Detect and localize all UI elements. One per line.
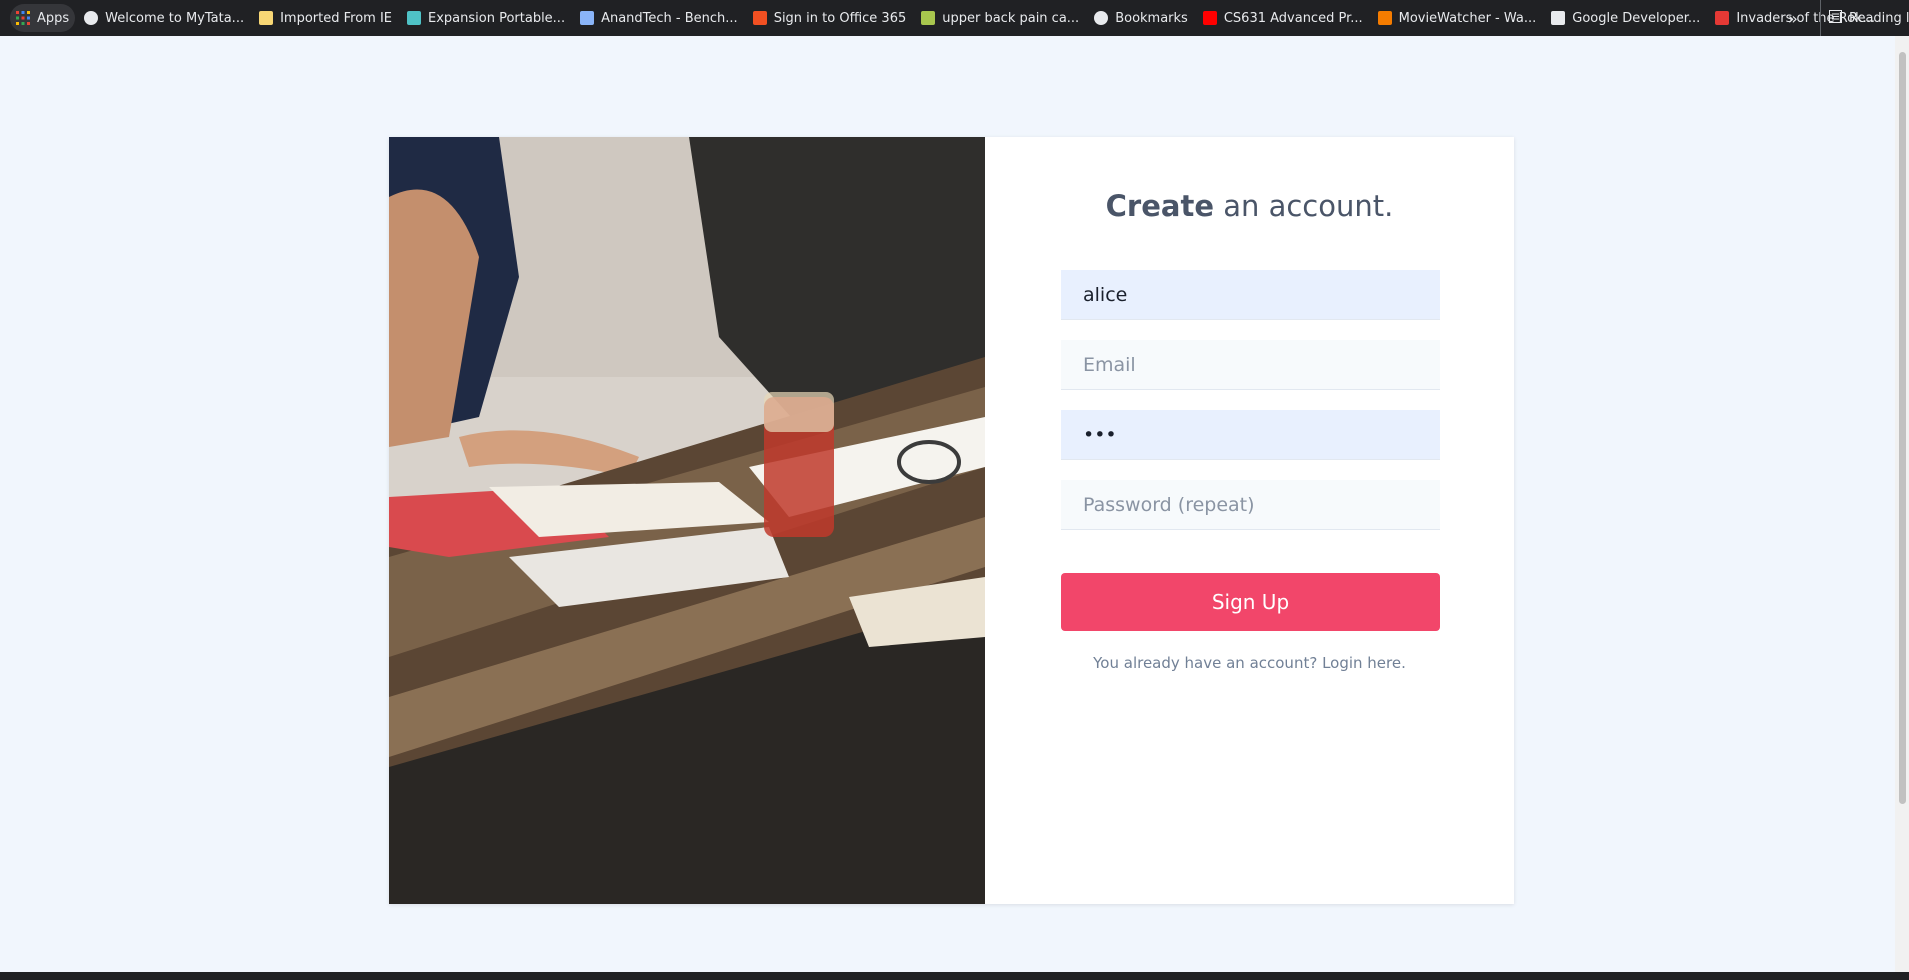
apps-button[interactable]: Apps (10, 4, 76, 32)
bookmark-label: Google Developer... (1572, 10, 1701, 26)
bookmark-item[interactable]: Sign in to Office 365 (747, 4, 913, 32)
bookmark-item[interactable]: upper back pain ca... (915, 4, 1085, 32)
bookmark-item[interactable]: MovieWatcher - Wa... (1372, 4, 1543, 32)
bookmark-item[interactable]: Expansion Portable... (401, 4, 571, 32)
bookmark-item[interactable]: Google Developer... (1545, 4, 1706, 32)
bookmark-item[interactable]: Imported From IE (253, 4, 398, 32)
globe-icon (84, 11, 99, 25)
bookmark-label: Expansion Portable... (428, 10, 566, 26)
login-prompt: You already have an account? Login here. (985, 654, 1514, 672)
signup-button[interactable]: Sign Up (1061, 573, 1440, 631)
bottom-bar (0, 972, 1909, 980)
bookmark-label: Bookmarks (1115, 10, 1188, 26)
title-rest: an account. (1214, 189, 1394, 223)
app-icon (407, 11, 421, 25)
google-dev-icon (1551, 11, 1566, 25)
leaf-icon (921, 11, 936, 25)
anandtech-icon (580, 11, 595, 25)
hero-photo (389, 137, 985, 904)
table-scene-illustration (389, 137, 985, 904)
bookmarks-overflow-button[interactable]: » (1788, 0, 1798, 36)
password-field[interactable] (1061, 410, 1440, 460)
bookmarks-bar: Apps Welcome to MyTata... Imported From I… (0, 0, 1909, 36)
pdf-icon (1715, 11, 1730, 25)
reading-list-label: Reading list (1849, 10, 1909, 26)
bookmark-label: MovieWatcher - Wa... (1398, 10, 1537, 26)
bookmark-item[interactable]: Welcome to MyTata... (78, 4, 250, 32)
signup-card: Create an account. Sign Up You already h… (389, 137, 1514, 904)
microsoft-icon (752, 11, 767, 25)
bookmark-label: Welcome to MyTata... (105, 10, 245, 26)
bookmark-label: CS631 Advanced Pr... (1223, 10, 1363, 26)
folder-icon (259, 11, 274, 25)
moviewatcher-icon (1377, 11, 1392, 25)
password-repeat-field[interactable] (1061, 480, 1440, 530)
bookmark-label: Imported From IE (280, 10, 392, 26)
reading-list-button[interactable]: Reading list (1820, 0, 1909, 36)
star-icon (1094, 11, 1109, 25)
page-title: Create an account. (985, 189, 1514, 223)
apps-grid-icon (16, 11, 30, 25)
login-link[interactable]: Login here. (1322, 654, 1406, 672)
signup-form: Create an account. Sign Up You already h… (985, 137, 1514, 904)
bookmark-item[interactable]: Bookmarks (1088, 4, 1194, 32)
username-field[interactable] (1061, 270, 1440, 320)
bookmark-label: upper back pain ca... (942, 10, 1080, 26)
bookmark-item[interactable]: AnandTech - Bench... (574, 4, 744, 32)
bookmark-item[interactable]: CS631 Advanced Pr... (1197, 4, 1369, 32)
title-strong: Create (1105, 189, 1214, 223)
bookmark-label: AnandTech - Bench... (601, 10, 738, 26)
youtube-icon (1202, 11, 1217, 25)
apps-label: Apps (37, 10, 70, 26)
reading-list-icon (1829, 9, 1842, 27)
bookmark-label: Sign in to Office 365 (773, 10, 907, 26)
login-prompt-text: You already have an account? (1093, 654, 1323, 672)
email-field[interactable] (1061, 340, 1440, 390)
scrollbar-thumb[interactable] (1899, 52, 1906, 804)
